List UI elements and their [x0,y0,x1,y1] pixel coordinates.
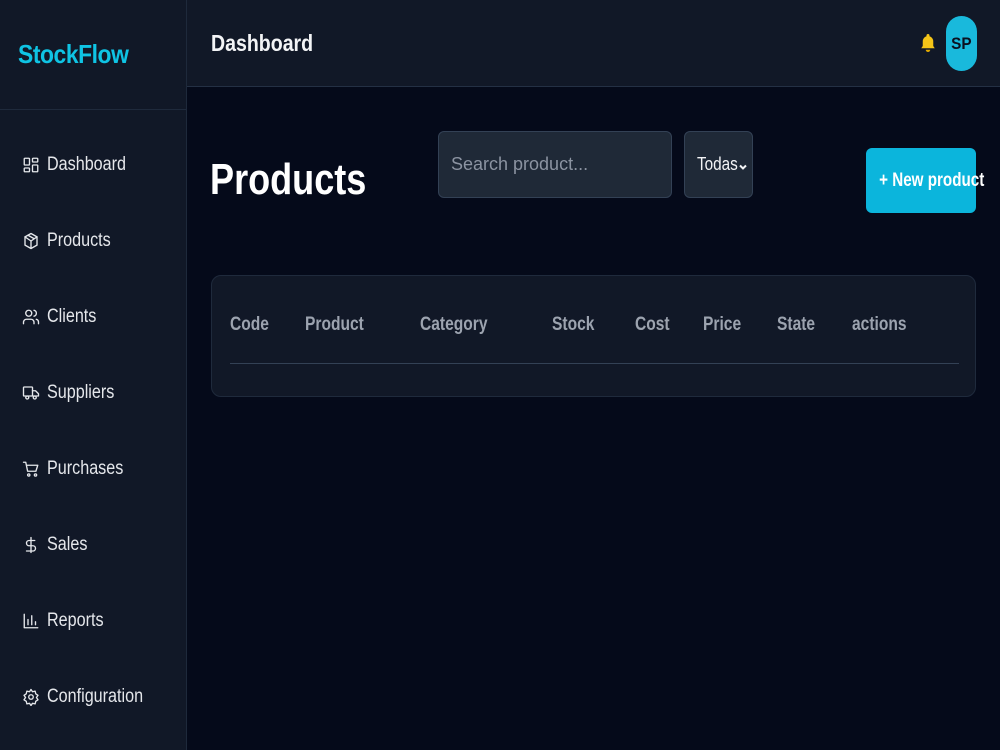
sidebar-item-configuration[interactable]: Configuration [0,677,186,717]
sidebar: StockFlow Dashboard Products Clients Sup… [0,0,187,750]
sidebar-item-label: Purchases [47,458,124,479]
sidebar-item-label: Products [47,230,111,251]
category-filter-select[interactable]: Todas [684,131,753,198]
avatar[interactable]: SP [946,16,977,71]
top-header: Dashboard SP [187,0,1000,87]
chevron-down-icon [738,159,748,170]
new-product-button-label: + New product [879,169,985,191]
column-header-state[interactable]: State [777,314,815,336]
sidebar-item-suppliers[interactable]: Suppliers [0,373,186,413]
column-header-category[interactable]: Category [420,314,488,336]
dashboard-grid-icon [22,156,40,174]
page-title: Products [210,155,367,204]
brand-logo-text[interactable]: StockFlow [18,39,129,70]
column-header-stock[interactable]: Stock [552,314,594,336]
sidebar-item-dashboard[interactable]: Dashboard [0,145,186,185]
sidebar-item-label: Dashboard [47,154,127,175]
sidebar-item-products[interactable]: Products [0,221,186,261]
products-table: Code Product Category Stock Cost Price S… [211,275,976,397]
brand: StockFlow [0,0,186,110]
app-root: StockFlow Dashboard Products Clients Sup… [0,0,1000,750]
sidebar-item-reports[interactable]: Reports [0,601,186,641]
search-input[interactable] [438,131,672,198]
avatar-initials: SP [951,33,972,53]
column-header-cost[interactable]: Cost [635,314,670,336]
column-header-price[interactable]: Price [703,314,741,336]
sidebar-item-label: Suppliers [47,382,115,403]
sidebar-item-purchases[interactable]: Purchases [0,449,186,489]
sidebar-item-clients[interactable]: Clients [0,297,186,337]
new-product-button[interactable]: + New product [866,148,984,213]
truck-icon [22,384,40,402]
users-icon [22,308,40,326]
sidebar-item-label: Clients [47,306,97,327]
column-header-code[interactable]: Code [230,314,269,336]
bar-chart-icon [22,612,40,630]
dollar-icon [22,536,40,554]
table-header-divider [230,363,959,364]
package-icon [22,232,40,250]
category-filter-value: Todas [697,154,738,174]
sidebar-item-label: Configuration [47,686,144,707]
cart-icon [22,460,40,478]
sidebar-item-label: Reports [47,610,104,631]
gear-icon [22,688,40,706]
sidebar-item-label: Sales [47,534,88,555]
header-title: Dashboard [211,30,314,56]
column-header-product[interactable]: Product [305,314,364,336]
sidebar-item-sales[interactable]: Sales [0,525,186,565]
column-header-actions[interactable]: actions [852,314,907,336]
bell-icon[interactable] [918,31,938,55]
